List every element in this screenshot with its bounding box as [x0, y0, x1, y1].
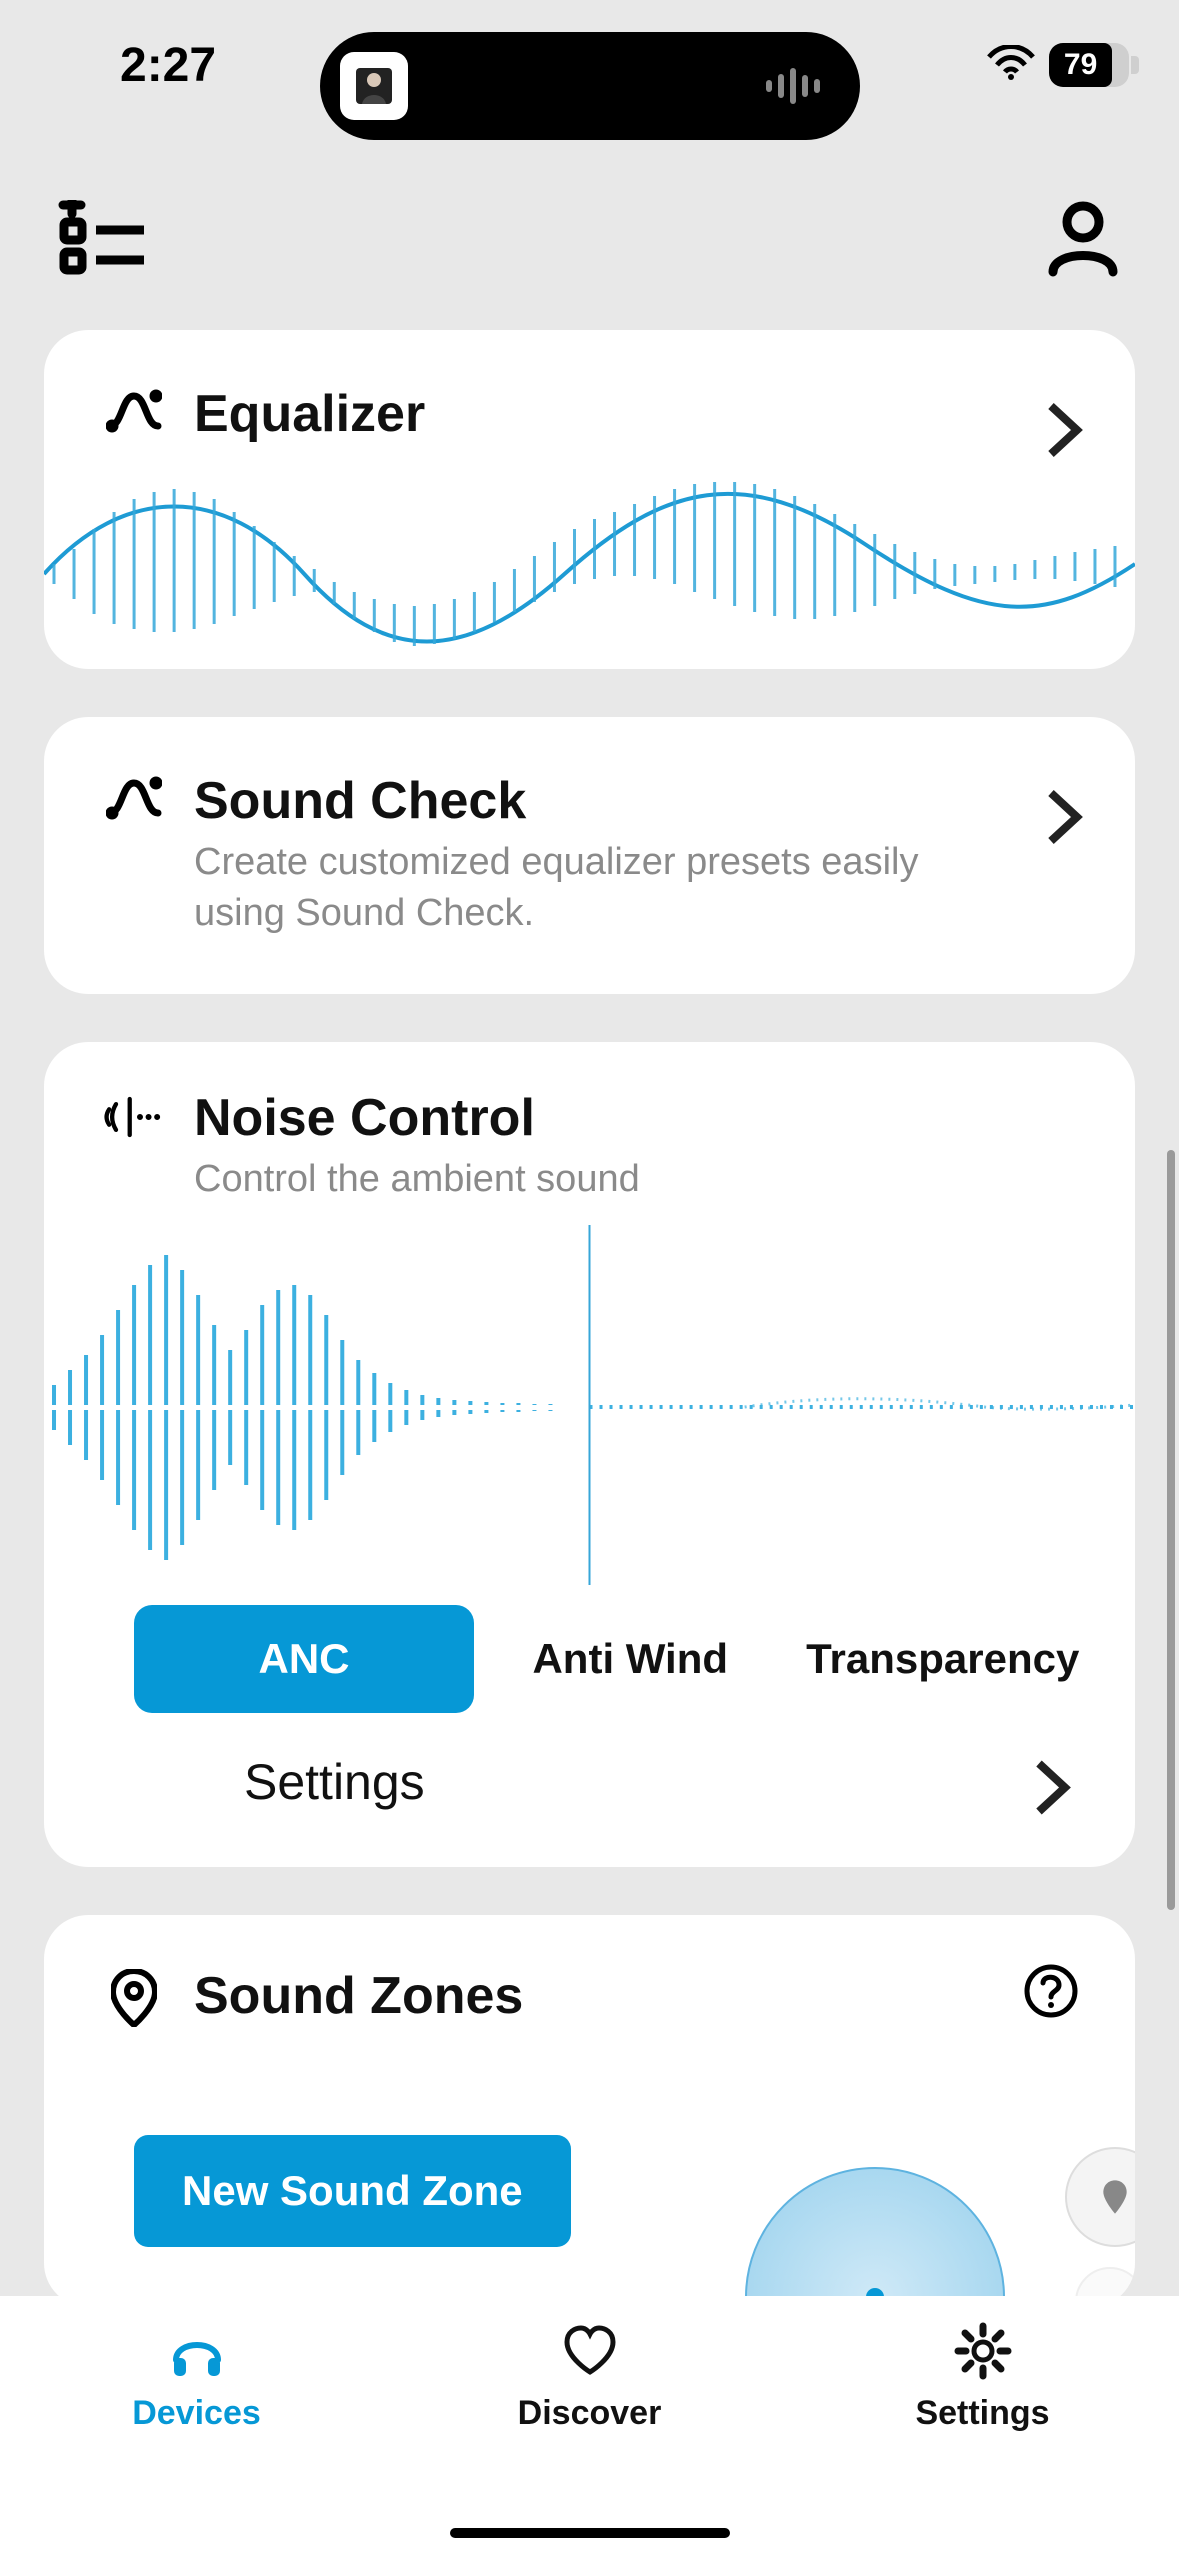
sound-check-icon — [104, 775, 164, 821]
status-bar: 2:27 79 — [0, 0, 1179, 130]
mode-anti-wind-button[interactable]: Anti Wind — [474, 1605, 787, 1713]
noise-control-card: Noise Control Control the ambient sound — [44, 1042, 1135, 1867]
headphones-icon — [168, 2322, 226, 2380]
gear-icon — [954, 2322, 1012, 2380]
chevron-right-icon — [1031, 1757, 1075, 1822]
dynamic-island[interactable] — [320, 32, 860, 140]
mode-anc-button[interactable]: ANC — [134, 1605, 474, 1713]
devices-list-button[interactable] — [56, 200, 150, 289]
help-button[interactable] — [1023, 1963, 1079, 2019]
equalizer-card[interactable]: Equalizer — [44, 330, 1135, 669]
status-time: 2:27 — [120, 38, 216, 93]
scroll-indicator — [1167, 1150, 1175, 1910]
location-pin-icon — [104, 1969, 164, 2027]
noise-control-graph — [44, 1215, 1135, 1595]
noise-control-title: Noise Control — [194, 1088, 1075, 1148]
noise-mode-selector: ANC Anti Wind Transparency — [44, 1605, 1135, 1713]
home-indicator[interactable] — [450, 2528, 730, 2538]
equalizer-icon — [104, 388, 164, 434]
app-top-bar — [0, 200, 1179, 289]
heart-icon — [561, 2322, 619, 2380]
new-sound-zone-button[interactable]: New Sound Zone — [134, 2135, 571, 2247]
tab-settings-label: Settings — [915, 2394, 1049, 2433]
sound-zones-card: Sound Zones New Sound Zone — [44, 1915, 1135, 2296]
content-scroll[interactable]: Equalizer Sound Ch — [0, 330, 1179, 2296]
equalizer-waveform — [44, 464, 1135, 664]
tab-discover-label: Discover — [518, 2394, 662, 2433]
mode-transparency-button[interactable]: Transparency — [787, 1605, 1100, 1713]
sound-zones-title: Sound Zones — [194, 1966, 523, 2026]
now-playing-art — [340, 52, 408, 120]
sound-check-subtitle: Create customized equalizer presets easi… — [194, 837, 1014, 940]
status-right: 79 — [987, 43, 1129, 87]
noise-control-subtitle: Control the ambient sound — [194, 1154, 1014, 1205]
tab-devices[interactable]: Devices — [0, 2322, 393, 2556]
tab-devices-label: Devices — [132, 2394, 261, 2433]
noise-settings-label: Settings — [244, 1753, 425, 1811]
battery-indicator: 79 — [1049, 43, 1129, 87]
wifi-icon — [987, 45, 1035, 86]
noise-settings-row[interactable]: Settings — [44, 1713, 1135, 1867]
chevron-right-icon — [1043, 400, 1087, 465]
chevron-right-icon — [1043, 787, 1087, 852]
sound-check-card[interactable]: Sound Check Create customized equalizer … — [44, 717, 1135, 994]
battery-percent: 79 — [1049, 43, 1112, 87]
audio-visualizer-icon — [766, 68, 820, 104]
sound-check-title: Sound Check — [194, 771, 1075, 831]
noise-control-icon — [104, 1092, 164, 1142]
equalizer-title: Equalizer — [194, 384, 1075, 444]
tab-bar: Devices Discover Settings — [0, 2296, 1179, 2556]
tab-discover[interactable]: Discover — [393, 2322, 786, 2556]
tab-settings[interactable]: Settings — [786, 2322, 1179, 2556]
profile-button[interactable] — [1043, 200, 1123, 289]
